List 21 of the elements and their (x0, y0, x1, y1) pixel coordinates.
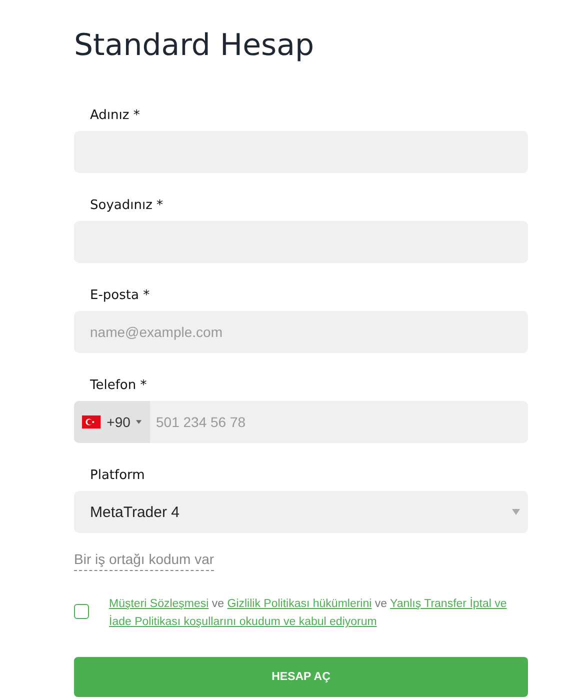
country-code-dropdown[interactable]: +90 (74, 401, 150, 443)
consent-text: Müşteri Sözleşmesi ve Gizlilik Politikası hükümlerini ve Yanlış Transfer İptal ve İade Politikası koşullarını okudum ve kabul ediyorum (109, 596, 508, 630)
caret-icon (512, 509, 520, 515)
policy-link[interactable]: İade Politikası koşullarını okudum ve kabul ediyorum (109, 616, 377, 628)
form-title: Standard Hesap (74, 27, 316, 65)
policy-link[interactable]: Müşteri Sözleşmesi (109, 598, 209, 610)
field-label: Adınız * (90, 108, 141, 123)
field-label: Platform (90, 468, 146, 483)
policy-link[interactable]: Gizlilik Politikası hükümlerini (227, 598, 372, 610)
flag-icon (82, 415, 101, 429)
platform-select[interactable]: MetaTrader 4 (74, 491, 528, 533)
caret-icon (136, 420, 142, 424)
partner-code-link[interactable]: Bir iş ortağı kodum var (74, 551, 214, 571)
field-label: Telefon * (90, 378, 148, 393)
input-field[interactable]: name@example.com (74, 311, 528, 353)
field-label: E-posta * (90, 288, 151, 303)
submit-button[interactable]: HESAP AÇ (74, 657, 528, 697)
policy-link[interactable]: Yanlış Transfer İptal ve (390, 598, 507, 610)
phone-field[interactable]: +90 501 234 56 78 (74, 401, 528, 443)
checkbox[interactable] (74, 604, 89, 619)
field-label: Soyadınız * (90, 198, 164, 213)
